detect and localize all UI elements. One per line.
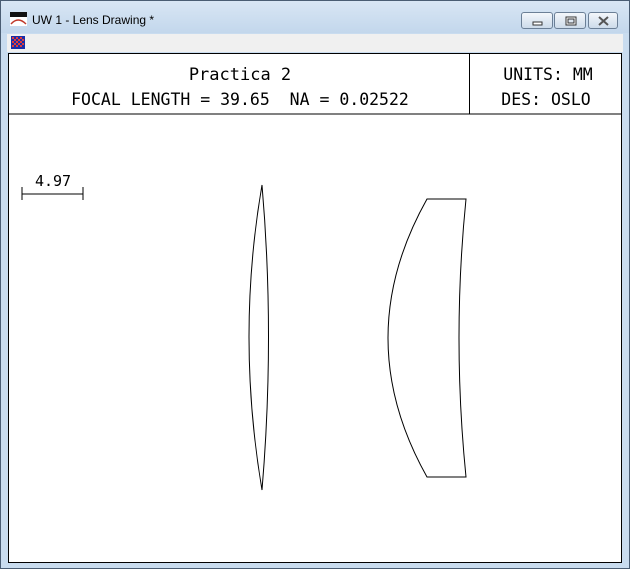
focal-length-na-text: FOCAL LENGTH = 39.65 NA = 0.02522 <box>71 90 409 109</box>
lens-drawing: Practica 2 FOCAL LENGTH = 39.65 NA = 0.0… <box>9 54 621 491</box>
close-icon <box>598 16 609 26</box>
designer-text: DES: OSLO <box>501 90 590 109</box>
close-button[interactable] <box>588 12 618 29</box>
maximize-icon <box>565 16 577 26</box>
units-text: UNITS: MM <box>503 65 592 84</box>
lens-drawing-window: UW 1 - Lens Drawing * Practica 2 FOCAL L… <box>0 0 630 569</box>
menu-bar <box>7 34 623 52</box>
title-bar[interactable]: UW 1 - Lens Drawing * <box>1 1 629 33</box>
maximize-button[interactable] <box>554 12 586 29</box>
minimize-button[interactable] <box>521 12 553 29</box>
system-menu-icon[interactable] <box>11 36 25 49</box>
minimize-icon <box>532 21 543 26</box>
scale-bar-label: 4.97 <box>35 172 71 190</box>
lens-element-1 <box>248 184 269 491</box>
lens-element-2 <box>387 198 467 478</box>
window-title: UW 1 - Lens Drawing * <box>32 13 155 27</box>
lens-drawing-canvas[interactable]: Practica 2 FOCAL LENGTH = 39.65 NA = 0.0… <box>8 53 622 563</box>
drawing-title: Practica 2 <box>189 65 291 85</box>
app-icon <box>10 12 27 26</box>
